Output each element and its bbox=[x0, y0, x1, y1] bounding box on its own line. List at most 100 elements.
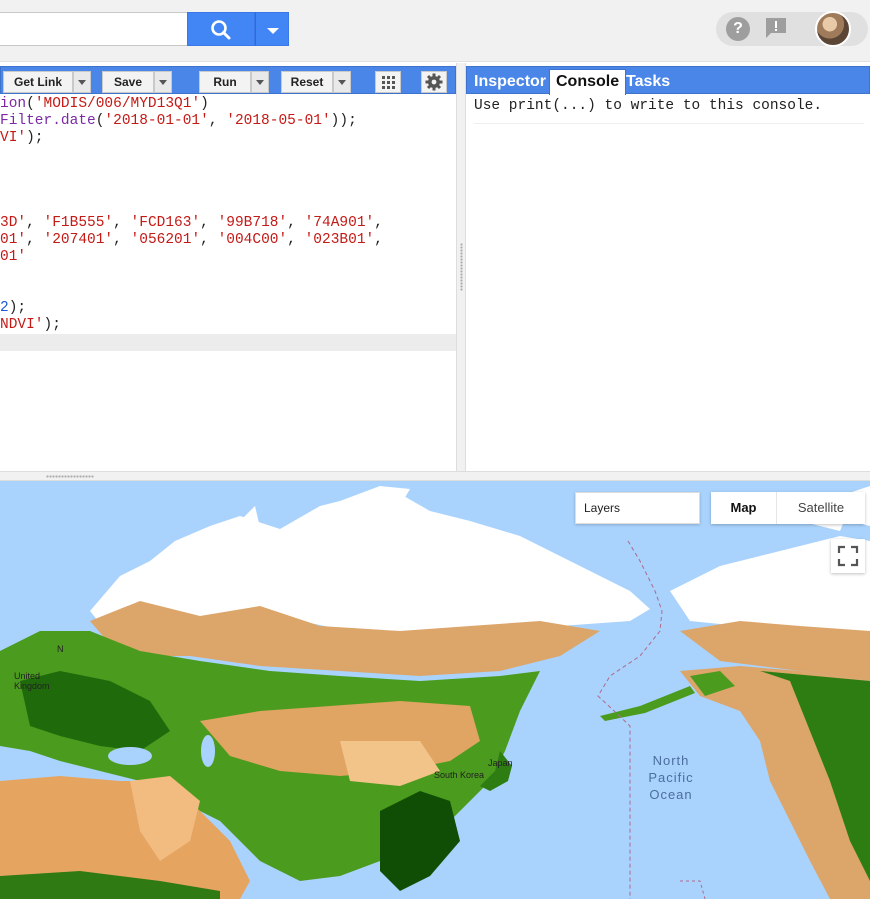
code-token: , bbox=[200, 232, 218, 248]
code-line[interactable]: 01', '207401', '056201', '004C00', '023B… bbox=[0, 232, 456, 249]
code-token: 3D' bbox=[0, 215, 27, 231]
code-token: Filter.date bbox=[0, 113, 96, 129]
app-root: ? Get Link Save Run Reset ion('MODIS/006… bbox=[0, 0, 870, 899]
vertical-splitter[interactable] bbox=[456, 63, 466, 471]
chevron-down-icon bbox=[338, 80, 346, 85]
code-token: 'F1B555' bbox=[43, 215, 114, 231]
editor-toolbar: Get Link Save Run Reset bbox=[0, 66, 456, 94]
code-token: 01' bbox=[0, 232, 27, 248]
drag-handle-icon bbox=[46, 475, 94, 478]
chevron-down-icon bbox=[256, 80, 264, 85]
code-line[interactable]: 3D', 'F1B555', 'FCD163', '99B718', '74A9… bbox=[0, 215, 456, 232]
code-line[interactable] bbox=[0, 181, 456, 198]
reset-button[interactable]: Reset bbox=[281, 71, 333, 93]
output-panel: Inspector Console Tasks Use print(...) t… bbox=[466, 63, 870, 471]
code-token: '004C00' bbox=[217, 232, 288, 248]
code-line[interactable]: 01' bbox=[0, 249, 456, 266]
code-token: ); bbox=[8, 300, 27, 316]
fullscreen-icon bbox=[837, 545, 859, 567]
code-token: )); bbox=[330, 113, 357, 129]
code-token: 01' bbox=[0, 249, 27, 265]
get-link-dropdown[interactable] bbox=[73, 71, 91, 93]
code-token: , bbox=[26, 232, 44, 248]
layers-control[interactable]: Layers bbox=[575, 492, 700, 524]
help-icon[interactable]: ? bbox=[726, 17, 750, 41]
code-token: , bbox=[374, 215, 383, 231]
code-line[interactable] bbox=[0, 283, 456, 300]
horizontal-splitter[interactable] bbox=[0, 471, 870, 481]
save-dropdown[interactable] bbox=[154, 71, 172, 93]
code-line[interactable]: NDVI'); bbox=[0, 317, 456, 334]
code-token: 'MODIS/006/MYD13Q1' bbox=[34, 96, 201, 112]
code-token: '99B718' bbox=[217, 215, 288, 231]
code-token: , bbox=[113, 215, 131, 231]
code-line[interactable] bbox=[0, 334, 456, 351]
drag-handle-icon bbox=[460, 243, 463, 291]
tab-tasks[interactable]: Tasks bbox=[620, 70, 676, 94]
code-token: NDVI' bbox=[0, 317, 44, 333]
code-token: , bbox=[287, 232, 305, 248]
map-label: United Kingdom bbox=[14, 671, 50, 691]
run-dropdown[interactable] bbox=[251, 71, 269, 93]
run-button[interactable]: Run bbox=[199, 71, 251, 93]
chevron-down-icon bbox=[159, 80, 167, 85]
map-type-control: Map Satellite bbox=[711, 492, 865, 524]
map-view[interactable]: N United Kingdom South Korea Japan North… bbox=[0, 481, 870, 899]
code-line[interactable]: Filter.date('2018-01-01', '2018-05-01'))… bbox=[0, 113, 456, 130]
code-token: , bbox=[113, 232, 131, 248]
code-line[interactable]: 2); bbox=[0, 300, 456, 317]
save-button[interactable]: Save bbox=[102, 71, 154, 93]
reset-dropdown[interactable] bbox=[333, 71, 351, 93]
apps-icon[interactable] bbox=[375, 71, 401, 93]
avatar[interactable] bbox=[815, 11, 851, 47]
fullscreen-button[interactable] bbox=[831, 539, 865, 573]
code-line[interactable]: ion('MODIS/006/MYD13Q1') bbox=[0, 96, 456, 113]
feedback-icon[interactable] bbox=[764, 17, 788, 39]
code-token: ); bbox=[43, 317, 61, 333]
search-button[interactable] bbox=[187, 12, 255, 46]
code-line[interactable]: VI'); bbox=[0, 130, 456, 147]
map-type-map-button[interactable]: Map bbox=[711, 492, 777, 524]
code-area[interactable]: ion('MODIS/006/MYD13Q1') Filter.date('201… bbox=[0, 96, 456, 351]
code-token: '056201' bbox=[130, 232, 201, 248]
map-type-satellite-button[interactable]: Satellite bbox=[777, 492, 865, 524]
code-token: '74A901' bbox=[304, 215, 375, 231]
chevron-down-icon bbox=[267, 28, 279, 34]
tab-inspector[interactable]: Inspector bbox=[468, 70, 552, 94]
output-tabs: Inspector Console Tasks bbox=[466, 66, 870, 95]
code-token: , bbox=[26, 215, 44, 231]
code-token: , bbox=[374, 232, 383, 248]
code-token: '2018-01-01' bbox=[104, 113, 209, 129]
code-token: ) bbox=[200, 96, 209, 112]
code-token: ( bbox=[26, 96, 35, 112]
code-line[interactable] bbox=[0, 147, 456, 164]
map-canvas bbox=[0, 486, 870, 899]
code-token: '2018-05-01' bbox=[226, 113, 331, 129]
code-token: , bbox=[208, 113, 227, 129]
code-token: '207401' bbox=[43, 232, 114, 248]
code-token: , bbox=[200, 215, 218, 231]
top-bar: ? bbox=[0, 0, 870, 62]
code-token: '023B01' bbox=[304, 232, 375, 248]
code-line[interactable] bbox=[0, 198, 456, 215]
tab-console[interactable]: Console bbox=[549, 69, 627, 95]
map-label: N bbox=[57, 644, 64, 654]
map-label: South Korea bbox=[434, 770, 485, 780]
code-token: VI' bbox=[0, 130, 27, 146]
search-icon bbox=[211, 20, 231, 40]
gear-icon[interactable] bbox=[421, 71, 447, 93]
map-label: Japan bbox=[488, 758, 513, 768]
code-line[interactable] bbox=[0, 164, 456, 181]
code-editor-panel: Get Link Save Run Reset ion('MODIS/006/M… bbox=[0, 63, 456, 471]
code-token: , bbox=[287, 215, 305, 231]
ocean-label: North Pacific Ocean bbox=[648, 753, 694, 802]
search-options-button[interactable] bbox=[255, 12, 289, 46]
code-token: ); bbox=[26, 130, 44, 146]
code-line[interactable] bbox=[0, 266, 456, 283]
get-link-button[interactable]: Get Link bbox=[3, 71, 73, 93]
search-input[interactable] bbox=[0, 12, 188, 46]
console-output: Use print(...) to write to this console. bbox=[474, 97, 864, 124]
code-token: 2 bbox=[0, 300, 9, 316]
code-token: 'FCD163' bbox=[130, 215, 201, 231]
chevron-down-icon bbox=[78, 80, 86, 85]
